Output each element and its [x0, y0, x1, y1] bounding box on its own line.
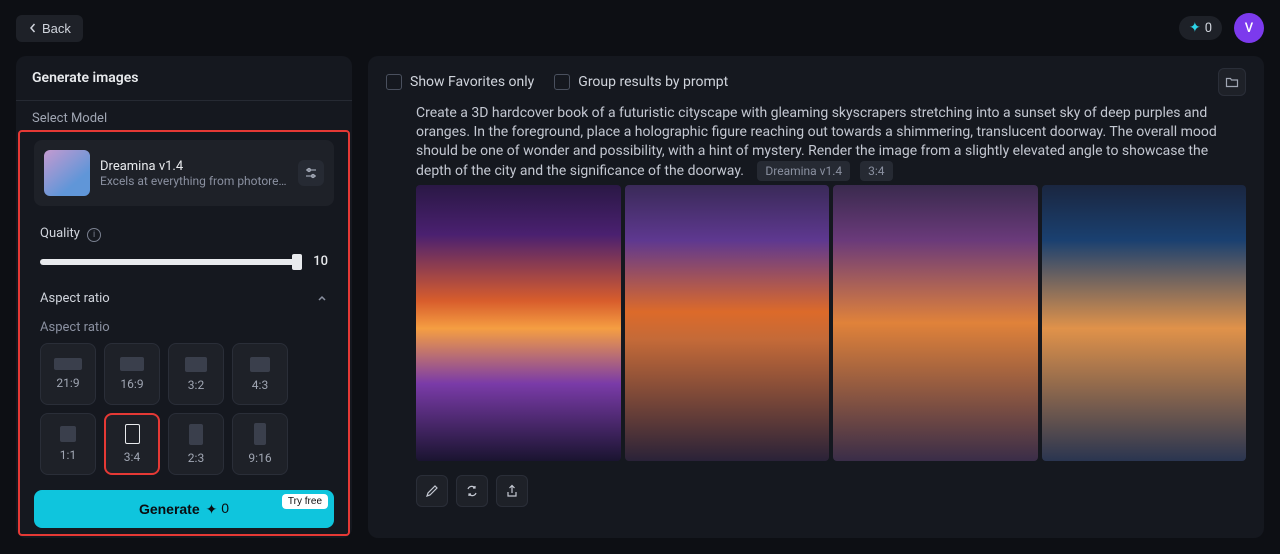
chevron-up-icon	[316, 293, 328, 305]
chevron-left-icon	[28, 23, 38, 33]
back-button[interactable]: Back	[16, 15, 83, 42]
aspect-grid: 21:9 16:9 3:2 4:3 1:1 3:4 2:3 9:16	[26, 343, 342, 475]
aspect-label: 1:1	[60, 448, 76, 462]
aspect-label: 21:9	[56, 376, 79, 390]
edit-button[interactable]	[416, 475, 448, 507]
sidebar: Generate images Select Model Dreamina v1…	[16, 56, 352, 538]
aspect-subtitle: Aspect ratio	[26, 318, 342, 343]
model-desc: Excels at everything from photoreali...	[100, 174, 288, 188]
aspect-shape-icon	[250, 357, 270, 372]
quality-value: 10	[308, 254, 328, 269]
aspect-label: 3:4	[124, 450, 140, 464]
aspect-label: 2:3	[188, 451, 204, 465]
prompt-tag: 3:4	[860, 161, 892, 181]
aspect-label: 16:9	[120, 377, 143, 391]
aspect-option-9-16[interactable]: 9:16	[232, 413, 288, 475]
generate-label: Generate	[139, 501, 200, 517]
aspect-title[interactable]: Aspect ratio	[40, 291, 328, 306]
model-info: Dreamina v1.4 Excels at everything from …	[100, 159, 288, 188]
aspect-option-16-9[interactable]: 16:9	[104, 343, 160, 405]
model-name: Dreamina v1.4	[100, 159, 288, 174]
sliders-icon[interactable]	[298, 160, 324, 186]
avatar-initial: V	[1245, 21, 1253, 36]
model-card[interactable]: Dreamina v1.4 Excels at everything from …	[34, 140, 334, 206]
highlighted-settings-area: Dreamina v1.4 Excels at everything from …	[18, 130, 350, 536]
topbar-right: ✦ 0 V	[1179, 13, 1264, 43]
aspect-option-3-4[interactable]: 3:4	[104, 413, 160, 475]
credit-icon: ✦	[1189, 20, 1201, 36]
try-free-badge: Try free	[282, 494, 328, 509]
generate-cost: ✦ 0	[206, 500, 229, 518]
generate-button[interactable]: Generate ✦ 0 Try free	[34, 490, 334, 528]
aspect-option-2-3[interactable]: 2:3	[168, 413, 224, 475]
folder-button[interactable]	[1218, 68, 1246, 96]
select-model-label: Select Model	[16, 101, 352, 130]
result-actions	[386, 461, 1246, 507]
prompt-text: Create a 3D hardcover book of a futurist…	[386, 104, 1246, 185]
aspect-shape-icon	[120, 357, 144, 371]
quality-slider[interactable]	[40, 259, 298, 265]
aspect-shape-icon	[185, 357, 207, 372]
model-thumbnail	[44, 150, 90, 196]
topbar: Back ✦ 0 V	[0, 0, 1280, 56]
share-button[interactable]	[496, 475, 528, 507]
show-favorites-checkbox[interactable]: Show Favorites only	[386, 74, 534, 90]
slider-thumb[interactable]	[292, 254, 302, 270]
aspect-shape-icon	[189, 424, 203, 445]
result-image[interactable]	[1042, 185, 1247, 461]
quality-label: Quality i	[40, 226, 328, 242]
credits-pill[interactable]: ✦ 0	[1179, 16, 1222, 40]
group-results-checkbox[interactable]: Group results by prompt	[554, 74, 728, 90]
aspect-option-1-1[interactable]: 1:1	[40, 413, 96, 475]
aspect-option-4-3[interactable]: 4:3	[232, 343, 288, 405]
credit-count: 0	[1205, 21, 1212, 36]
result-image[interactable]	[416, 185, 621, 461]
gallery	[386, 185, 1246, 461]
back-label: Back	[42, 21, 71, 36]
avatar[interactable]: V	[1234, 13, 1264, 43]
aspect-shape-icon	[254, 423, 266, 445]
content-header: Show Favorites only Group results by pro…	[386, 68, 1246, 104]
aspect-label: 4:3	[252, 378, 268, 392]
checkbox-icon	[554, 74, 570, 90]
sidebar-title: Generate images	[16, 56, 352, 101]
quality-section: Quality i	[26, 216, 342, 254]
aspect-section: Aspect ratio	[26, 281, 342, 318]
aspect-option-3-2[interactable]: 3:2	[168, 343, 224, 405]
aspect-shape-icon	[60, 426, 76, 442]
quality-slider-row: 10	[26, 254, 342, 281]
aspect-label: 3:2	[188, 378, 204, 392]
result-image[interactable]	[625, 185, 830, 461]
aspect-option-21-9[interactable]: 21:9	[40, 343, 96, 405]
aspect-label: 9:16	[248, 451, 271, 465]
result-image[interactable]	[833, 185, 1038, 461]
content-panel: Show Favorites only Group results by pro…	[368, 56, 1264, 538]
regenerate-button[interactable]	[456, 475, 488, 507]
prompt-tag: Dreamina v1.4	[757, 161, 850, 181]
aspect-shape-icon	[54, 358, 82, 370]
info-icon[interactable]: i	[87, 228, 101, 242]
main: Generate images Select Model Dreamina v1…	[0, 56, 1280, 554]
checkbox-icon	[386, 74, 402, 90]
aspect-shape-icon	[125, 424, 140, 444]
